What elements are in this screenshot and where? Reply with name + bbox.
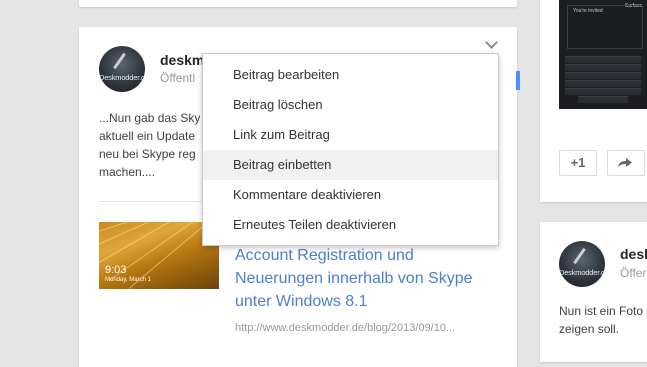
menu-item-disable-reshare[interactable]: Erneutes Teilen deaktivieren [203,210,498,240]
post-text-line: ...Nun gab das Sky [99,111,201,125]
author-name-2[interactable]: desk [620,246,647,262]
author-name[interactable]: deskm [160,52,204,68]
post-text-line: neu bei Skype reg [99,147,196,161]
thumbnail-time: 9:03 [105,264,127,276]
post-text-line: aktuell ein Update [99,129,196,143]
pen-icon [113,52,126,70]
post-options-menu: Beitrag bearbeiten Beitrag löschen Link … [202,53,499,246]
pen-icon [573,247,586,265]
avatar-logo-text: Deskmodder.de [559,268,605,277]
link-title-line[interactable]: Account Registration und [235,244,414,267]
menu-item-delete-post[interactable]: Beitrag löschen [203,90,498,120]
menu-item-link-to-post[interactable]: Link zum Beitrag [203,120,498,150]
side-post-card-2 [540,222,647,362]
link-url[interactable]: http://www.deskmodder.de/blog/2013/09/10… [235,322,455,334]
menu-item-embed-post[interactable]: Beitrag einbetten [203,150,498,180]
plus-one-button[interactable]: +1 [559,150,597,176]
side-post-text-line: zeigen soll. [559,322,620,336]
author-avatar-2[interactable]: Deskmodder.de [559,241,605,287]
avatar-logo-text: Deskmodder.de [99,73,145,82]
share-button[interactable] [607,150,645,176]
link-thumbnail[interactable]: 9:03 Monday, March 1 [99,222,219,289]
post-visibility-2[interactable]: Öffen [620,266,647,280]
thumbnail-date: Monday, March 1 [105,277,151,283]
blue-edge-marker [516,71,520,90]
surface-product-image[interactable]: You're invited Surface [559,0,647,109]
side-post-text-line: Nun ist ein Foto [559,304,644,318]
post-text-line: machen.... [99,165,156,179]
post-visibility[interactable]: Öffentl [160,71,195,85]
share-icon [618,158,632,167]
menu-item-disable-comments[interactable]: Kommentare deaktivieren [203,180,498,210]
menu-item-edit-post[interactable]: Beitrag bearbeiten [203,60,498,90]
previous-post-card [79,0,517,7]
link-title-line[interactable]: unter Windows 8.1 [235,290,368,313]
author-avatar[interactable]: Deskmodder.de [99,46,145,92]
link-title-line[interactable]: Neuerungen innerhalb von Skype [235,267,473,290]
